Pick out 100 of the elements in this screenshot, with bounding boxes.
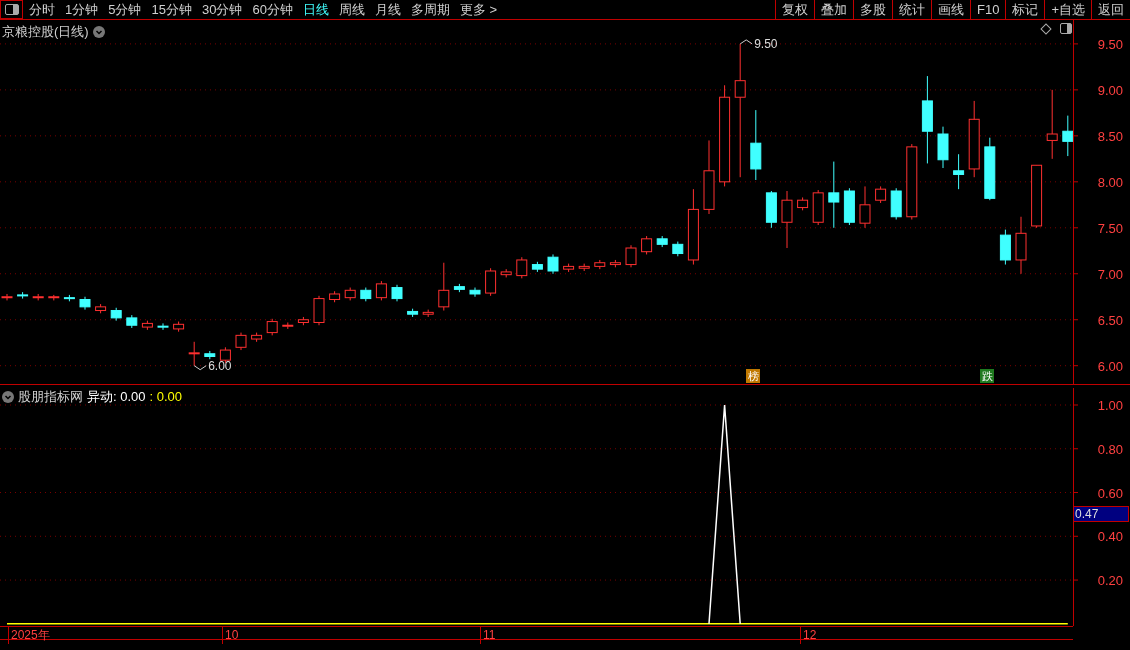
indicator-axis-label: 0.40 — [1097, 529, 1123, 545]
price-axis-label: 7.00 — [1097, 266, 1123, 282]
candlestick — [188, 341, 200, 367]
candlestick — [765, 190, 777, 229]
candlestick — [282, 322, 294, 330]
price-axis-label: 9.50 — [1097, 36, 1123, 52]
period-tab[interactable]: 周线 — [338, 0, 365, 20]
indicator-axis-label: 0.80 — [1097, 441, 1123, 457]
candlestick — [1062, 115, 1073, 157]
candlestick — [781, 190, 793, 249]
date-axis-label: 2025年 — [8, 626, 50, 644]
candlestick — [375, 280, 387, 301]
toolbar-button[interactable]: 标记 — [1005, 0, 1045, 19]
indicator-axis-label: 1.00 — [1097, 398, 1123, 413]
candlestick — [313, 295, 325, 326]
toolbar-button[interactable]: 叠加 — [814, 0, 853, 19]
toolbar-button[interactable]: F10 — [970, 0, 1006, 19]
toolbar-button[interactable]: 返回 — [1091, 0, 1130, 19]
candlestick — [32, 293, 44, 301]
date-axis-label: 11 — [480, 626, 496, 644]
candlestick — [453, 283, 465, 293]
toolbar-button[interactable]: 画线 — [931, 0, 970, 19]
date-axis-label: 10 — [222, 626, 239, 644]
candlestick — [329, 290, 341, 303]
candlestick — [110, 307, 122, 322]
period-tab[interactable]: 更多 > — [459, 0, 498, 20]
date-axis-label: 12 — [800, 626, 817, 644]
candlestick — [63, 294, 75, 302]
series-name: 异动 — [87, 388, 113, 406]
candlestick — [344, 287, 356, 301]
candlestick — [999, 229, 1011, 266]
candlestick — [984, 137, 996, 201]
event-marker[interactable]: 榜 — [746, 369, 760, 383]
candlestick — [1031, 164, 1043, 229]
indicator-axis-label: 0.20 — [1097, 573, 1123, 589]
period-tab[interactable]: 多周期 — [410, 0, 450, 20]
price-axis-label: 8.50 — [1097, 128, 1123, 144]
toolbar-button[interactable]: 统计 — [892, 0, 931, 19]
candlestick — [126, 314, 138, 329]
candlestick — [407, 308, 419, 318]
candlestick — [235, 332, 247, 351]
candlestick — [625, 244, 637, 268]
candlestick — [953, 153, 965, 190]
candlestick — [656, 235, 668, 248]
indicator-axis-label: 0.60 — [1097, 485, 1123, 501]
candlestick — [79, 296, 91, 311]
toolbar-button[interactable]: 多股 — [853, 0, 892, 19]
candlestick — [251, 332, 263, 343]
candlestick — [812, 189, 824, 226]
candlestick — [547, 253, 559, 275]
candlestick — [391, 284, 403, 302]
min-price-label: 6.00 — [208, 358, 232, 373]
candlestick — [500, 268, 512, 278]
period-tab[interactable]: 5分钟 — [108, 0, 142, 20]
candlestick — [141, 320, 153, 331]
price-axis-label: 9.00 — [1097, 82, 1123, 98]
toolbar-button[interactable]: 复权 — [775, 0, 814, 19]
indicator-name: 股朋指标网 — [18, 388, 83, 406]
candlestick — [843, 187, 855, 226]
chevron-down-icon[interactable] — [2, 390, 14, 403]
candlestick — [516, 256, 528, 279]
candlestick — [1046, 89, 1058, 160]
panel-toggle-icon[interactable] — [1060, 23, 1072, 34]
leader-line — [739, 39, 753, 45]
candlestick — [890, 187, 902, 220]
candlestick — [95, 303, 107, 314]
candlestick — [266, 318, 278, 336]
panel-toggle-icon[interactable] — [0, 0, 23, 19]
candlestick — [204, 350, 216, 360]
period-tab[interactable]: 1分钟 — [65, 0, 99, 20]
candlestick — [17, 291, 29, 300]
period-tab[interactable]: 分时 — [29, 0, 55, 20]
candlestick — [828, 161, 840, 229]
period-tab[interactable]: 60分钟 — [252, 0, 293, 20]
period-tab[interactable]: 15分钟 — [151, 0, 192, 20]
candlestick — [173, 321, 185, 333]
candlestick — [937, 126, 949, 169]
candlestick — [297, 316, 309, 326]
price-axis-label: 6.50 — [1097, 312, 1123, 328]
chevron-down-icon[interactable] — [92, 25, 105, 38]
candlestick — [672, 241, 684, 257]
price-axis-label: 7.50 — [1097, 220, 1123, 236]
period-tab[interactable]: 月线 — [374, 0, 401, 20]
candlestick — [859, 185, 871, 229]
candlestick — [563, 263, 575, 273]
toolbar-button[interactable]: +自选 — [1044, 0, 1091, 19]
candlestick — [438, 262, 450, 312]
candlestick — [875, 185, 887, 204]
candlestick — [48, 294, 60, 301]
candlestick — [531, 261, 543, 273]
candlestick — [578, 263, 590, 272]
candlestick — [641, 235, 653, 255]
indicator-value: : 0.00 — [113, 388, 146, 406]
period-tab[interactable]: 日线 — [302, 0, 329, 20]
price-axis-label: 6.00 — [1097, 358, 1123, 374]
period-tab[interactable]: 30分钟 — [201, 0, 243, 20]
stock-title: 京粮控股(日线) — [2, 23, 89, 41]
event-marker[interactable]: 跌 — [980, 369, 994, 383]
candlestick — [609, 259, 621, 268]
leader-line — [193, 365, 207, 371]
